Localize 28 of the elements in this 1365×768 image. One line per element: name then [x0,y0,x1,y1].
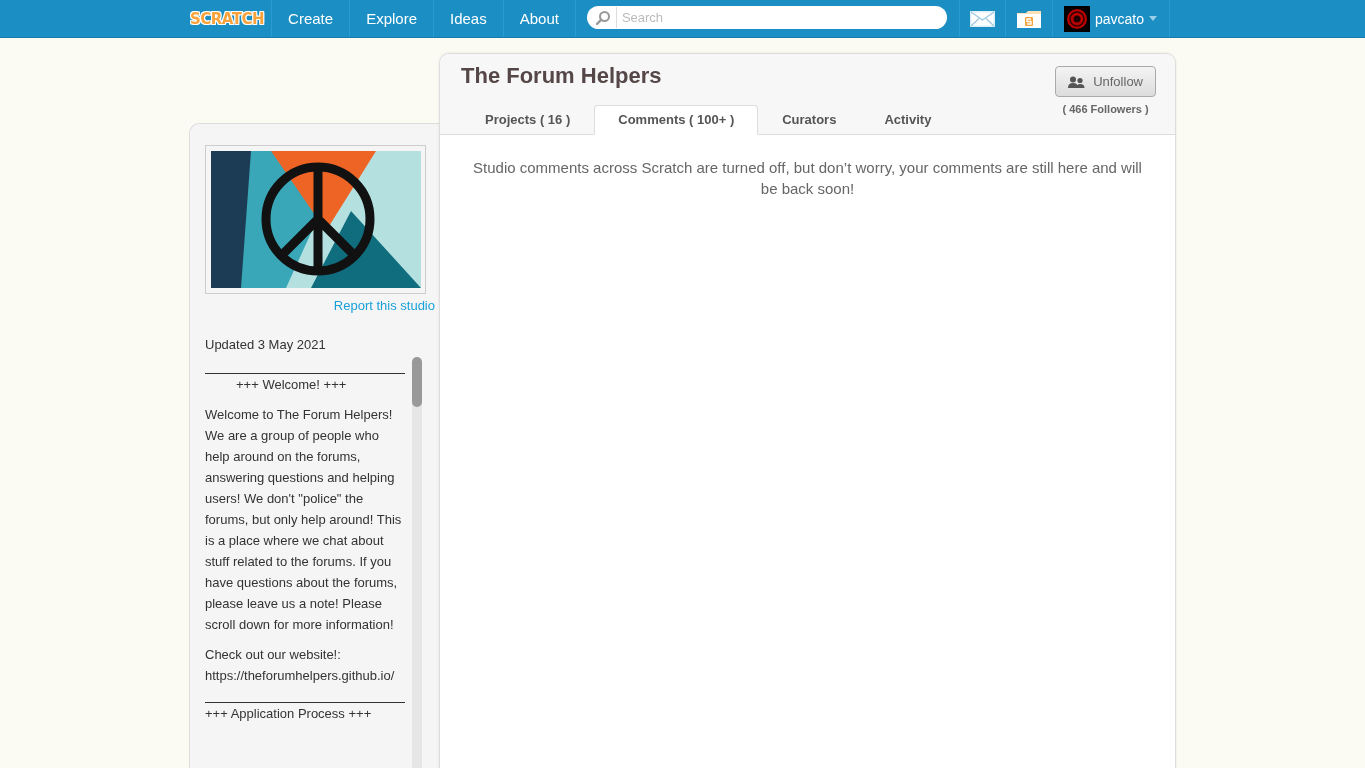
unfollow-button[interactable]: Unfollow [1055,66,1156,97]
comments-notice: Studio comments across Scratch are turned off, but don’t worry, your comments are still here and will be back soon! [472,158,1143,199]
follower-count: ( 466 Followers ) [1062,103,1149,115]
description-heading: +++ Welcome! +++ [235,376,348,394]
description-heading: +++ Application Process +++ [205,705,373,723]
updated-date: Updated 3 May 2021 [205,337,327,352]
search-icon [594,10,611,26]
people-icon [1068,75,1086,88]
tab[interactable]: Curators [758,105,861,135]
tab[interactable]: Activity [860,105,956,135]
search-field[interactable]: Search [586,6,947,29]
avatar-icon [1063,5,1090,32]
scrollbar[interactable] [412,357,422,768]
description-paragraph: Check out our website!: https://theforumhelpers.github.io/ [205,646,396,685]
envelope-icon [969,10,995,27]
caret-icon [1148,16,1157,21]
folder-icon [1015,8,1042,29]
studio-title: The Forum Helpers [461,63,663,89]
description-paragraph: Welcome to The Forum Helpers! We are a group of people who help around on the forums, answering questions and helping users! We don't "police" the forums, but only help around! This is a place where we chat about stuff related to the forums. If you have questions about the forums, please leave us a note! Please scroll down for more information! [205,406,403,634]
tab[interactable]: Comments ( 100+ ) [594,105,759,135]
report-link[interactable]: Report this studio [333,298,435,313]
nav-link[interactable]: Create [272,0,351,37]
nav-link[interactable]: About [503,0,576,37]
nav-link[interactable]: Ideas [434,0,504,37]
tab[interactable]: Projects ( 16 ) [461,105,595,135]
nav-link[interactable]: Explore [350,0,434,37]
user-menu[interactable]: pavcato [1051,0,1170,37]
username: pavcato [1094,10,1144,27]
